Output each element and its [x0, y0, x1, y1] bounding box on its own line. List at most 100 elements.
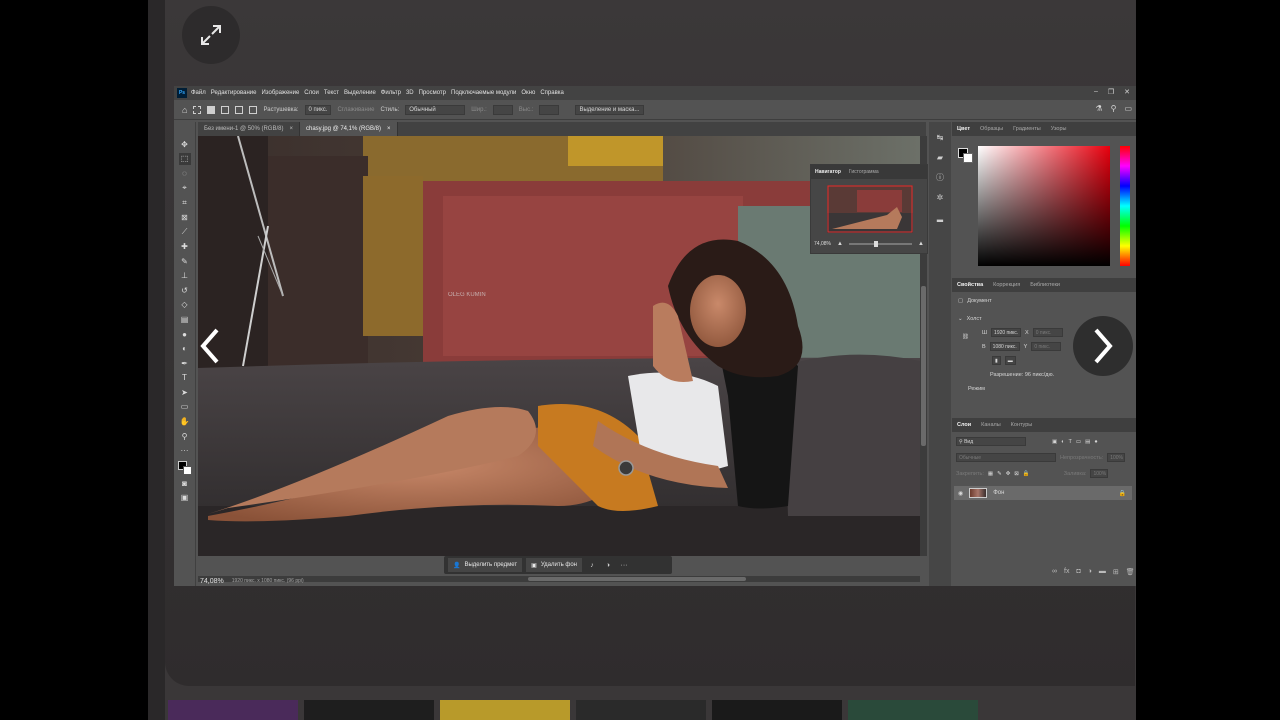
history-panel-icon[interactable]: ↹: [933, 130, 947, 144]
canvas-height-input[interactable]: 1080 пикс.: [989, 342, 1020, 351]
thumbnail[interactable]: [712, 700, 842, 720]
type-tool-icon[interactable]: T: [179, 372, 191, 385]
group-icon[interactable]: ▬: [1099, 568, 1106, 576]
thumbnail[interactable]: [848, 700, 978, 720]
eyedropper-tool-icon[interactable]: ⟋: [179, 226, 191, 239]
canvas-section[interactable]: ⌄ Холст: [958, 316, 982, 322]
trash-icon[interactable]: 🗑: [1126, 568, 1135, 576]
screen-mode-icon[interactable]: ▣: [179, 492, 191, 505]
eraser-tool-icon[interactable]: ◇: [179, 299, 191, 312]
comments-panel-icon[interactable]: ▰: [933, 150, 947, 164]
histogram-panel-icon[interactable]: ▂: [933, 210, 947, 224]
rectangle-tool-icon[interactable]: ▭: [179, 401, 191, 414]
zoom-tool-icon[interactable]: ⚲: [179, 430, 191, 443]
zoom-slider[interactable]: [848, 241, 913, 247]
menu-window[interactable]: Окно: [521, 90, 535, 96]
filter-smart-icon[interactable]: ▤: [1085, 439, 1090, 445]
menu-3d[interactable]: 3D: [406, 90, 414, 96]
more-tools-icon[interactable]: ···: [179, 444, 191, 457]
stamp-tool-icon[interactable]: ⊥: [179, 269, 191, 282]
adjust-icon[interactable]: ◑: [602, 558, 614, 572]
adjustment-layer-icon[interactable]: ◑: [1088, 568, 1092, 576]
history-brush-icon[interactable]: ↺: [179, 284, 191, 297]
filter-toggle-icon[interactable]: ●: [1094, 439, 1097, 445]
quick-select-tool-icon[interactable]: ⌖: [179, 182, 191, 195]
portrait-icon[interactable]: ▮: [992, 356, 1001, 365]
mask-icon[interactable]: ◘: [1076, 568, 1080, 576]
thumbnail[interactable]: [576, 700, 706, 720]
intersect-selection-icon[interactable]: [249, 105, 258, 114]
canvas-x-input[interactable]: 0 пикс.: [1032, 328, 1063, 337]
minimize-button[interactable]: –: [1094, 88, 1098, 96]
height-input[interactable]: [539, 104, 560, 115]
thumbnail[interactable]: [440, 700, 570, 720]
eye-icon[interactable]: ◉: [958, 490, 963, 497]
filter-type-icon[interactable]: T: [1069, 439, 1072, 445]
menu-layers[interactable]: Слои: [304, 90, 319, 96]
filter-shape-icon[interactable]: ▭: [1076, 439, 1081, 445]
color-picker-field[interactable]: [978, 146, 1110, 266]
background-color[interactable]: [963, 153, 973, 163]
healing-tool-icon[interactable]: ✚: [179, 240, 191, 253]
lock-pixels-icon[interactable]: ▦: [988, 471, 993, 477]
tab-properties[interactable]: Свойства: [957, 282, 983, 288]
fx-icon[interactable]: fx: [1064, 568, 1069, 576]
lock-paint-icon[interactable]: ✎: [997, 471, 1002, 477]
link-layers-icon[interactable]: ∞: [1052, 568, 1057, 576]
close-icon[interactable]: ×: [387, 126, 391, 132]
menu-select[interactable]: Выделение: [344, 90, 376, 96]
select-subject-button[interactable]: 👤 Выделить предмет: [448, 558, 523, 572]
menu-view[interactable]: Просмотр: [419, 90, 446, 96]
filter-adjust-icon[interactable]: ◐: [1061, 439, 1064, 445]
antialias-checkbox[interactable]: Сглаживание: [337, 107, 374, 113]
menu-image[interactable]: Изображение: [261, 90, 299, 96]
new-layer-icon[interactable]: ⊞: [1113, 568, 1119, 576]
select-and-mask-button[interactable]: Выделение и маска...: [575, 104, 644, 115]
brush-tool-icon[interactable]: ✎: [179, 255, 191, 268]
blend-mode-select[interactable]: Обычные: [956, 453, 1056, 462]
link-icon[interactable]: ⛓: [962, 334, 969, 340]
tab-gradients[interactable]: Градиенты: [1013, 126, 1041, 132]
lasso-tool-icon[interactable]: ◌: [179, 167, 191, 180]
scroll-thumb[interactable]: [921, 286, 926, 446]
home-icon[interactable]: ⌂: [182, 105, 187, 115]
tab-color[interactable]: Цвет: [957, 126, 970, 132]
hand-tool-icon[interactable]: ✋: [179, 415, 191, 428]
brush-options-icon[interactable]: ♪: [586, 558, 598, 572]
tab-adjustments[interactable]: Коррекция: [993, 282, 1020, 288]
filter-pixel-icon[interactable]: ▣: [1052, 439, 1057, 445]
restore-button[interactable]: ❐: [1108, 88, 1114, 96]
tab-navigator[interactable]: Навигатор: [815, 169, 841, 175]
remove-background-button[interactable]: ▣ Удалить фон: [526, 558, 582, 572]
hue-slider[interactable]: [1120, 146, 1130, 266]
flask-icon[interactable]: ⚗: [1095, 104, 1102, 113]
lock-icon[interactable]: 🔒: [1119, 490, 1126, 497]
zoom-out-icon[interactable]: ▲: [837, 241, 843, 247]
menu-filter[interactable]: Фильтр: [381, 90, 401, 96]
tab-paths[interactable]: Контуры: [1011, 422, 1033, 428]
menu-type[interactable]: Текст: [324, 90, 339, 96]
zoom-in-icon[interactable]: ▲: [918, 241, 924, 247]
tab-libraries[interactable]: Библиотеки: [1030, 282, 1060, 288]
marquee-preset-icon[interactable]: [193, 105, 202, 114]
canvas-y-input[interactable]: 0 пикс.: [1031, 342, 1062, 351]
opacity-input[interactable]: 100%: [1107, 453, 1126, 462]
workspace-icon[interactable]: ▭: [1124, 104, 1132, 113]
thumbnail[interactable]: [304, 700, 434, 720]
lock-artboard-icon[interactable]: ⊠: [1014, 471, 1019, 477]
add-selection-icon[interactable]: [221, 105, 230, 114]
close-button[interactable]: ✕: [1124, 88, 1130, 96]
tab-patterns[interactable]: Узоры: [1051, 126, 1067, 132]
style-select[interactable]: Обычный: [405, 104, 466, 115]
crop-tool-icon[interactable]: ⌗: [179, 196, 191, 209]
scroll-thumb[interactable]: [528, 577, 746, 581]
navigator-panel-icon[interactable]: ✲: [933, 190, 947, 204]
lock-move-icon[interactable]: ✥: [1006, 471, 1011, 477]
more-options-icon[interactable]: ···: [618, 558, 630, 572]
next-image-button[interactable]: [1073, 316, 1133, 376]
previous-image-button[interactable]: [180, 316, 240, 376]
tab-channels[interactable]: Каналы: [981, 422, 1001, 428]
navigator-zoom[interactable]: 74,08%: [814, 241, 831, 247]
tab-swatches[interactable]: Образцы: [980, 126, 1003, 132]
marquee-tool-icon[interactable]: ⬚: [178, 152, 191, 166]
